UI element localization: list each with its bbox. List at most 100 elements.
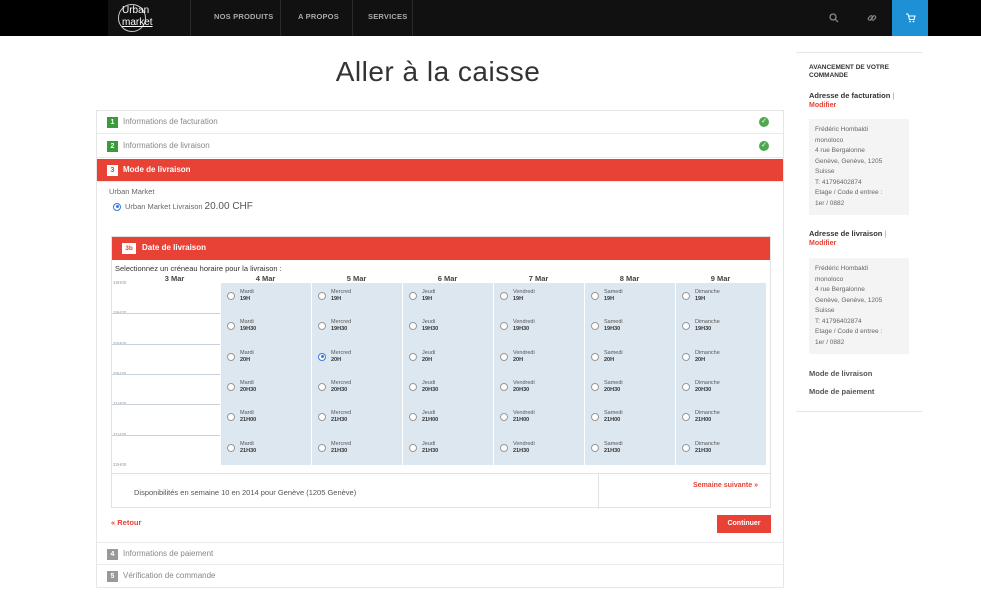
timeslot-radio[interactable] <box>591 413 599 422</box>
timeslot-option[interactable]: Jeudi 19H30 <box>409 319 438 333</box>
sidebar-payment-method[interactable]: Mode de paiement <box>809 387 874 396</box>
timeslot-radio[interactable] <box>500 382 508 391</box>
timeslot-option[interactable]: Mercred 20H <box>318 350 351 364</box>
timeslot-day: Mercred <box>331 289 352 295</box>
timeslot-radio[interactable] <box>500 352 508 361</box>
timeslot-option[interactable]: Vendredi 19H <box>500 289 535 303</box>
timeslot-option[interactable]: Mercred 19H30 <box>318 319 351 333</box>
timeslot-option[interactable]: Dimanche 20H30 <box>682 380 720 394</box>
step-number: 3b <box>122 243 136 254</box>
timeslot-radio[interactable] <box>591 443 599 452</box>
timeslot-radio[interactable] <box>682 382 690 391</box>
nav-services[interactable]: SERVICES <box>368 12 407 21</box>
timeslot-radio[interactable] <box>591 322 599 331</box>
link-button[interactable] <box>854 0 890 36</box>
timeslot-radio[interactable] <box>682 292 690 300</box>
timeslot-option[interactable]: Mercred 20H30 <box>318 380 351 394</box>
timeslot-option[interactable]: Samedi 20H30 <box>591 380 623 394</box>
billing-modify-link[interactable]: Modifier <box>809 102 836 109</box>
cart-icon <box>905 13 916 23</box>
timeslot-radio[interactable] <box>409 443 417 452</box>
timeslot-radio[interactable] <box>318 382 326 391</box>
timeslot-option[interactable]: Vendredi 19H30 <box>500 319 535 333</box>
search-button[interactable] <box>816 0 852 36</box>
nav-products[interactable]: NOS PRODUITS <box>214 12 274 21</box>
step-payment[interactable]: 4 Informations de paiement <box>97 542 783 565</box>
timeslot-option[interactable]: Samedi 20H <box>591 350 623 364</box>
timeslot-label: Mardi 20H30 <box>240 380 256 394</box>
timeslot-radio[interactable] <box>682 413 690 422</box>
timeslot-option[interactable]: Vendredi 20H30 <box>500 380 535 394</box>
timeslot-option[interactable]: Dimanche 19H30 <box>682 319 720 333</box>
timeslot-radio[interactable] <box>591 382 599 391</box>
timeslot-option[interactable]: Dimanche 20H <box>682 350 720 364</box>
timeslot-option[interactable]: Jeudi 20H <box>409 350 435 364</box>
timeslot-radio[interactable] <box>318 443 326 452</box>
timeslot-radio[interactable] <box>682 322 690 331</box>
timeslot-option[interactable]: Samedi 21H00 <box>591 410 623 424</box>
step-shipping-info[interactable]: 2 Informations de livraison ✓ <box>97 135 783 158</box>
step-review[interactable]: 5 Vérification de commande <box>97 565 783 588</box>
timeslot-radio[interactable] <box>227 382 235 391</box>
timeslot-radio[interactable] <box>591 292 599 300</box>
timeslot-radio[interactable] <box>318 292 326 300</box>
timeslot-radio[interactable] <box>500 443 508 452</box>
timeslot-option[interactable]: Dimanche 21H00 <box>682 410 720 424</box>
timeslot-option[interactable]: Mardi 19H <box>227 289 254 303</box>
timeslot-radio[interactable] <box>227 292 235 300</box>
shipping-option[interactable]: Urban Market Livraison 20.00 CHF <box>113 201 253 212</box>
timeslot-option[interactable]: Mercred 21H30 <box>318 441 351 455</box>
timeslot-radio[interactable] <box>409 382 417 391</box>
timeslot-option[interactable]: Samedi 19H30 <box>591 319 623 333</box>
timeslot-option[interactable]: Dimanche 21H30 <box>682 441 720 455</box>
availability-text: Disponibilités en semaine 10 en 2014 pou… <box>134 488 357 497</box>
timeslot-radio[interactable] <box>409 322 417 331</box>
timeslot-radio[interactable] <box>227 443 235 452</box>
sidebar-shipping-method[interactable]: Mode de livraison <box>809 369 872 378</box>
step-shipping-method[interactable]: 3 Mode de livraison <box>97 159 783 182</box>
timeslot-option[interactable]: Jeudi 20H30 <box>409 380 438 394</box>
timeslot-radio[interactable] <box>318 352 326 361</box>
timeslot-option[interactable]: Mardi 20H <box>227 350 254 364</box>
timeslot-option[interactable]: Vendredi 20H <box>500 350 535 364</box>
timeslot-option[interactable]: Mardi 20H30 <box>227 380 256 394</box>
timeslot-radio[interactable] <box>409 292 417 300</box>
timeslot-radio[interactable] <box>227 352 235 361</box>
timeslot-radio[interactable] <box>409 413 417 422</box>
sidebar-title: AVANCEMENT DE VOTRE COMMANDE <box>809 64 889 79</box>
shipping-modify-link[interactable]: Modifier <box>809 240 836 247</box>
timeslot-radio[interactable] <box>409 352 417 361</box>
timeslot-radio[interactable] <box>318 322 326 331</box>
timeslot-option[interactable]: Mardi 21H30 <box>227 441 256 455</box>
timeslot-option[interactable]: Mercred 21H30 <box>318 410 351 424</box>
next-week-link[interactable]: Semaine suivante » <box>693 482 758 489</box>
timeslot-option[interactable]: Vendredi 21H00 <box>500 410 535 424</box>
shipping-option-radio[interactable] <box>113 202 121 211</box>
nav-about[interactable]: A PROPOS <box>298 12 339 21</box>
cart-button[interactable] <box>892 0 928 36</box>
timeslot-option[interactable]: Jeudi 21H30 <box>409 441 438 455</box>
timeslot-radio[interactable] <box>500 292 508 300</box>
step-billing[interactable]: 1 Informations de facturation ✓ <box>97 111 783 134</box>
timeslot-radio[interactable] <box>682 352 690 361</box>
timeslot-label: Vendredi 19H30 <box>513 319 535 333</box>
timeslot-option[interactable]: Samedi 19H <box>591 289 623 303</box>
timeslot-option[interactable]: Mercred 19H <box>318 289 351 303</box>
timeslot-option[interactable]: Jeudi 19H <box>409 289 435 303</box>
timeslot-option[interactable]: Jeudi 21H00 <box>409 410 438 424</box>
timeslot-option[interactable]: Samedi 21H30 <box>591 441 623 455</box>
timeslot-option[interactable]: Mardi 21H00 <box>227 410 256 424</box>
timeslot-radio[interactable] <box>682 443 690 452</box>
logo[interactable]: Urban market <box>118 2 180 34</box>
back-link[interactable]: « Retour <box>111 518 141 527</box>
timeslot-radio[interactable] <box>227 322 235 331</box>
timeslot-option[interactable]: Dimanche 19H <box>682 289 720 303</box>
timeslot-radio[interactable] <box>591 352 599 361</box>
timeslot-option[interactable]: Mardi 19H30 <box>227 319 256 333</box>
continue-button[interactable]: Continuer <box>717 515 771 533</box>
timeslot-radio[interactable] <box>227 413 235 422</box>
timeslot-option[interactable]: Vendredi 21H30 <box>500 441 535 455</box>
timeslot-radio[interactable] <box>500 413 508 422</box>
timeslot-radio[interactable] <box>318 413 326 422</box>
timeslot-radio[interactable] <box>500 322 508 331</box>
